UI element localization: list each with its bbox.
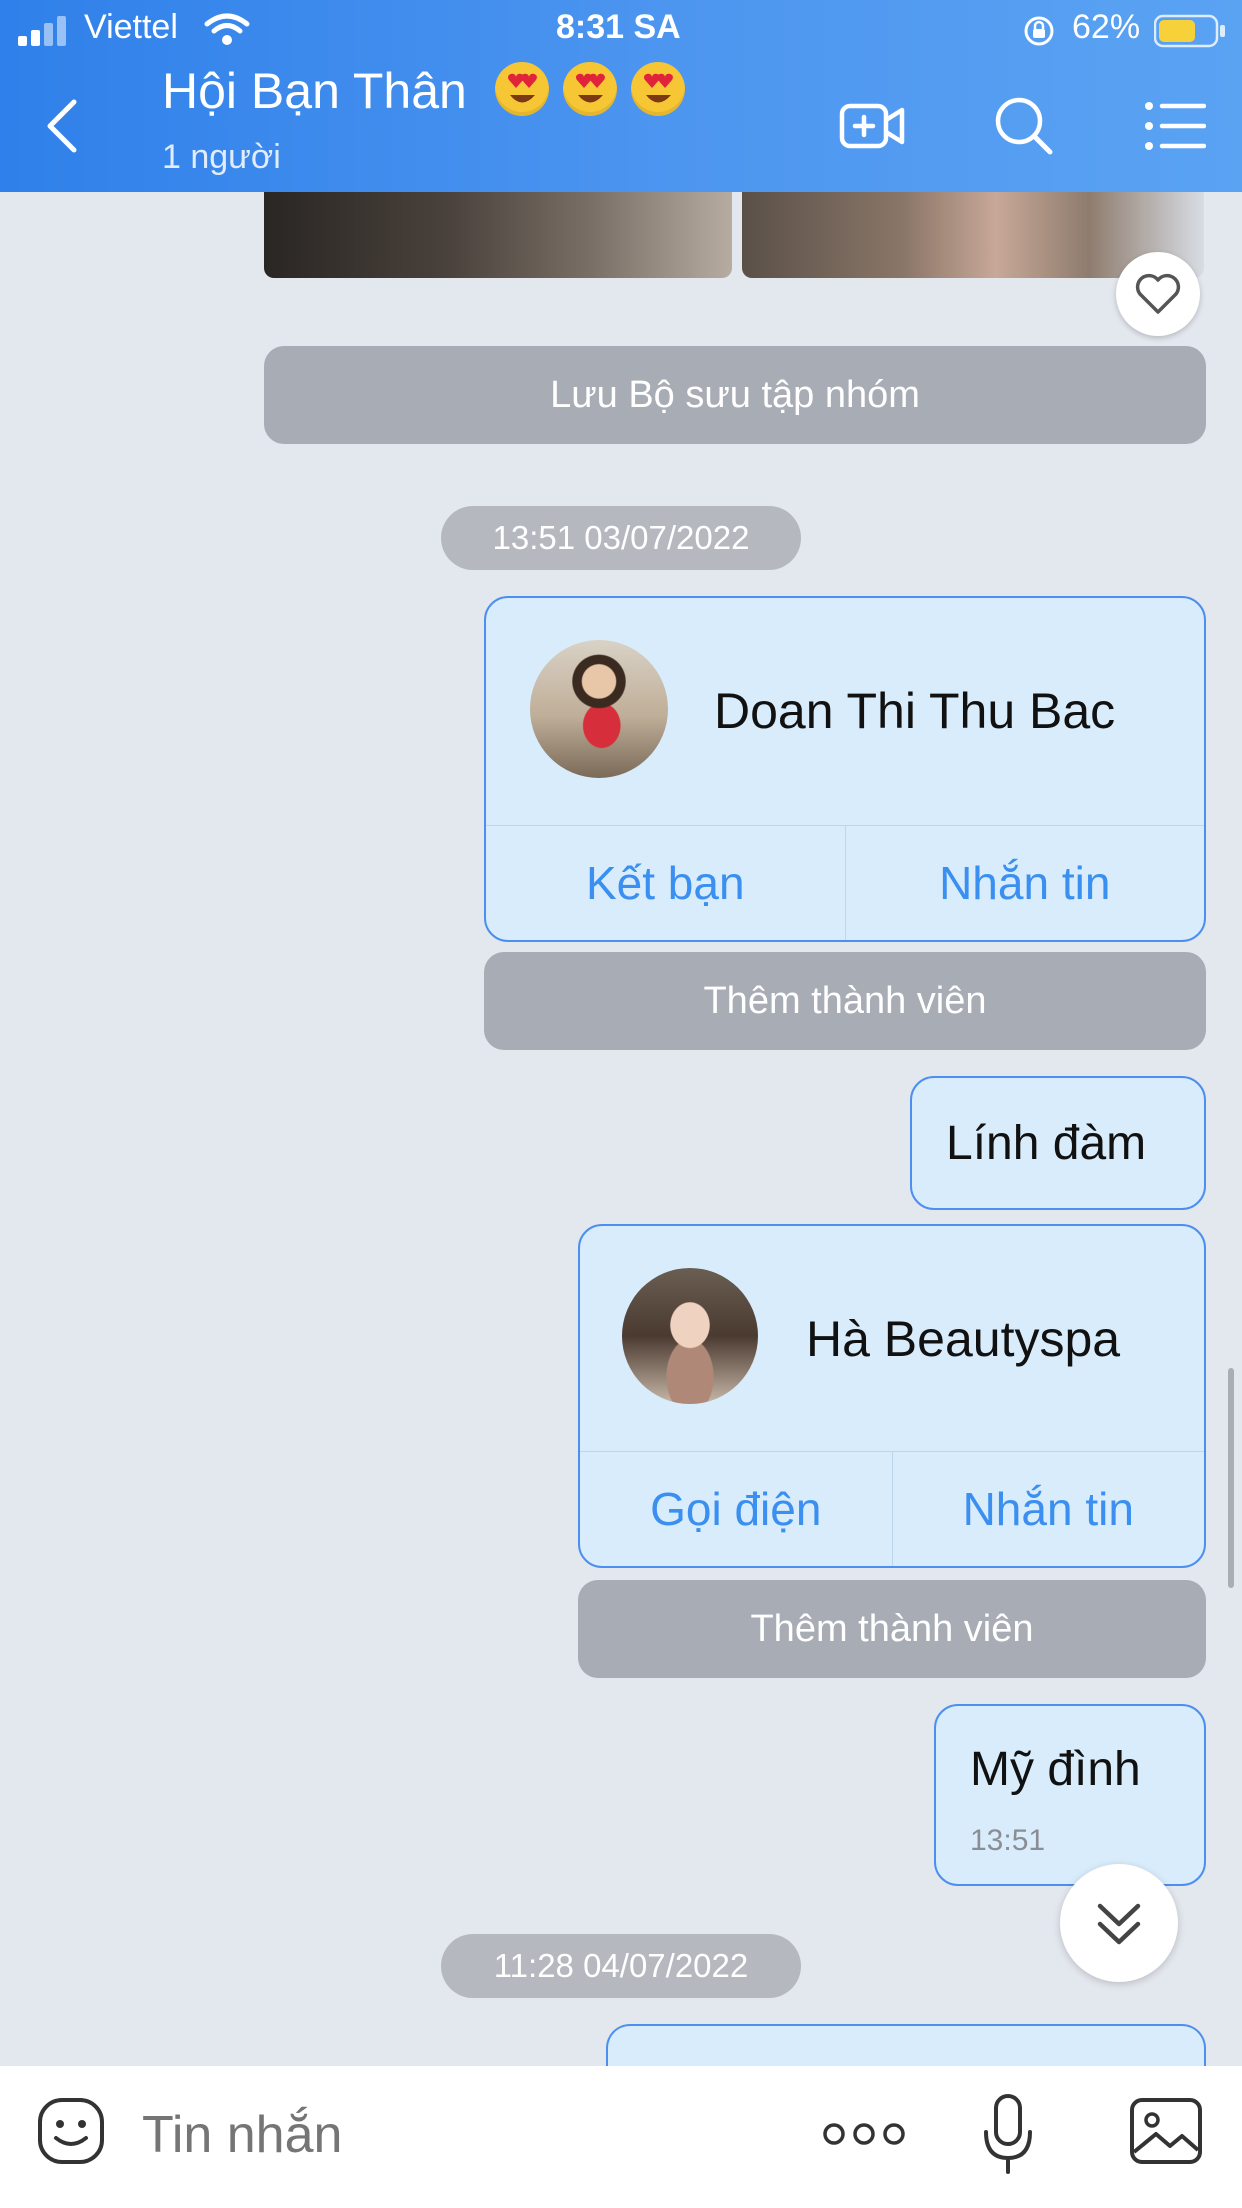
- add-friend-button[interactable]: Kết bạn: [486, 826, 845, 940]
- call-button[interactable]: Gọi điện: [580, 1452, 892, 1566]
- timestamp-pill: 13:51 03/07/2022: [441, 506, 801, 570]
- contact-name: Hà Beautyspa: [806, 1311, 1121, 1367]
- timestamp-text: 11:28 04/07/2022: [493, 1947, 749, 1984]
- rotation-lock-icon: [1022, 14, 1056, 48]
- wifi-icon: [204, 12, 250, 46]
- video-call-button[interactable]: [838, 96, 908, 156]
- scroll-indicator[interactable]: [1228, 1368, 1234, 1588]
- add-member-button[interactable]: Thêm thành viên: [484, 952, 1206, 1050]
- save-collection-button[interactable]: Lưu Bộ sưu tập nhóm: [264, 346, 1206, 444]
- message-button[interactable]: Nhắn tin: [891, 1452, 1205, 1566]
- card-actions: Kết bạn Nhắn tin: [486, 825, 1204, 940]
- add-member-label: Thêm thành viên: [703, 979, 987, 1022]
- message-button[interactable]: Nhắn tin: [844, 826, 1205, 940]
- contact-card[interactable]: Doan Thi Thu Bac Kết bạn Nhắn tin: [484, 596, 1206, 942]
- message-text: Mỹ đình: [970, 1743, 1141, 1796]
- heart-eyes-emoji-icon: [630, 62, 685, 116]
- back-button[interactable]: [36, 94, 86, 158]
- message-bubble[interactable]: Mỹ đình 13:51: [934, 1704, 1206, 1886]
- avatar[interactable]: [622, 1268, 758, 1404]
- react-heart-button[interactable]: [1116, 252, 1200, 336]
- clock: 8:31 SA: [556, 8, 681, 46]
- contact-name: Doan Thi Thu Bac: [714, 683, 1116, 739]
- message-bubble[interactable]: Lính đàm: [910, 1076, 1206, 1210]
- microphone-icon[interactable]: [980, 2092, 1036, 2176]
- chat-header: Viettel 8:31 SA 62% Hội Bạn Thân 1 người: [0, 0, 1242, 192]
- member-count: 1 người: [162, 138, 281, 176]
- contact-card[interactable]: Hà Beautyspa Gọi điện Nhắn tin: [578, 1224, 1206, 1568]
- heart-eyes-emoji-icon: [562, 62, 617, 116]
- message-input-bar: [0, 2066, 1242, 2208]
- battery-icon: [1153, 14, 1226, 48]
- search-button[interactable]: [992, 94, 1056, 158]
- more-options-icon[interactable]: [822, 2116, 906, 2152]
- image-gallery-icon[interactable]: [1128, 2096, 1204, 2166]
- message-time: 13:51: [970, 1824, 1046, 1857]
- chat-title[interactable]: Hội Bạn Thân: [162, 62, 685, 120]
- message-input[interactable]: [140, 2094, 784, 2176]
- avatar[interactable]: [530, 640, 668, 778]
- timestamp-text: 13:51 03/07/2022: [492, 519, 750, 556]
- sticker-icon[interactable]: [36, 2096, 106, 2166]
- save-collection-label: Lưu Bộ sưu tập nhóm: [550, 373, 920, 416]
- add-member-button[interactable]: Thêm thành viên: [578, 1580, 1206, 1678]
- scroll-to-bottom-button[interactable]: [1060, 1864, 1178, 1982]
- heart-eyes-emoji-icon: [494, 62, 549, 116]
- timestamp-pill: 11:28 04/07/2022: [441, 1934, 801, 1998]
- battery-percent: 62%: [1072, 8, 1141, 46]
- add-member-label: Thêm thành viên: [750, 1607, 1034, 1650]
- group-name: Hội Bạn Thân: [162, 63, 467, 119]
- carrier-label: Viettel: [84, 8, 178, 46]
- menu-list-button[interactable]: [1144, 100, 1207, 152]
- message-text: Lính đàm: [946, 1117, 1147, 1170]
- shared-photo[interactable]: [264, 192, 732, 278]
- card-actions: Gọi điện Nhắn tin: [580, 1451, 1204, 1566]
- signal-icon: [18, 16, 74, 46]
